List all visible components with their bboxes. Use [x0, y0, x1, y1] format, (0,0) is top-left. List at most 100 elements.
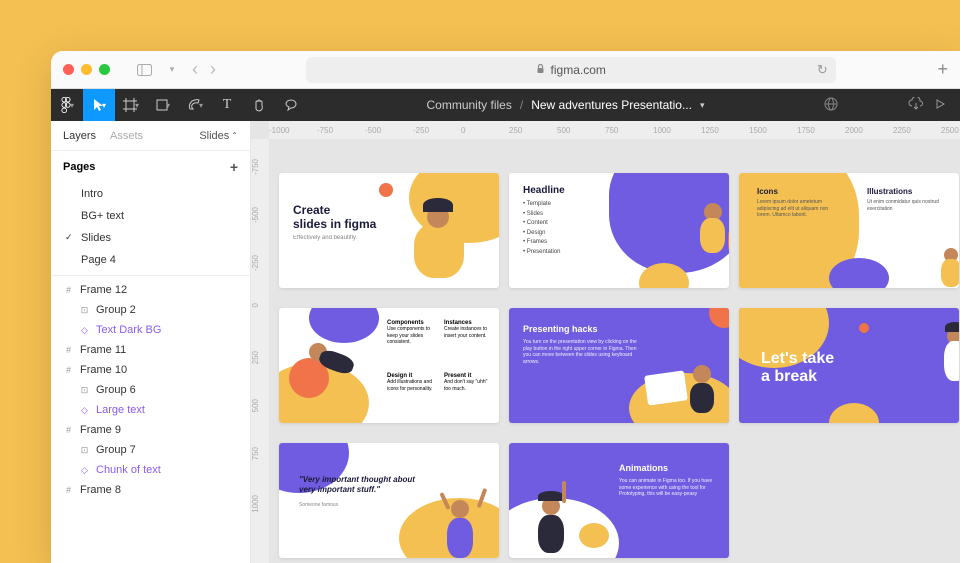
lock-icon: [536, 63, 545, 77]
toolbar-right: [824, 97, 960, 114]
group-icon: ⊡: [79, 385, 90, 396]
hand-tool[interactable]: [243, 89, 275, 121]
chevron-down-icon: ⌃: [231, 131, 238, 140]
close-window-button[interactable]: [63, 64, 74, 75]
tab-layers[interactable]: Layers: [63, 130, 96, 142]
breadcrumb-root[interactable]: Community files: [427, 98, 512, 112]
frame-5[interactable]: Frame 5 Create slides in figma Effective…: [279, 173, 499, 288]
component-icon: ◇: [79, 325, 90, 336]
layers-list: #Frame 12 ⊡Group 2 ◇Text Dark BG #Frame …: [51, 280, 250, 500]
breadcrumb-separator: /: [520, 98, 523, 112]
frame-icon: #: [63, 485, 74, 496]
frame-icon: #: [63, 365, 74, 376]
window-controls: [63, 64, 110, 75]
chevron-down-icon[interactable]: ▾: [700, 100, 705, 111]
frame-8[interactable]: Frame 8 Icons Lorem ipsum dolor ametetum…: [739, 173, 959, 288]
back-button[interactable]: ‹: [192, 59, 198, 80]
frame-10[interactable]: Frame 10 Let's take a break: [739, 308, 959, 423]
figma-toolbar: ▾ ▾ ▾ ▾ ▾ T: [51, 89, 960, 121]
slide-content: Presenting hacks You turn on the present…: [509, 308, 729, 423]
slide-content: Icons Lorem ipsum dolor ametetum adipisc…: [739, 173, 959, 288]
browser-window: ▾ ‹ › figma.com ↻ + ▾ ▾ ▾: [51, 51, 960, 563]
rectangle-tool[interactable]: ▾: [147, 89, 179, 121]
layer-group-6[interactable]: ⊡Group 6: [51, 380, 250, 400]
page-item-bgtext[interactable]: BG+ text: [51, 205, 250, 227]
pages-list: Intro BG+ text Slides Page 4: [51, 183, 250, 271]
divider: [51, 275, 250, 276]
frame-7[interactable]: Frame 7 Components Use components to kee…: [279, 308, 499, 423]
layer-frame-12[interactable]: #Frame 12: [51, 280, 250, 300]
cloud-download-icon[interactable]: [908, 97, 924, 114]
figma-menu-button[interactable]: ▾: [51, 89, 83, 121]
layer-group-7[interactable]: ⊡Group 7: [51, 440, 250, 460]
slide-content: Let's take a break: [739, 308, 959, 423]
pen-tool[interactable]: ▾: [179, 89, 211, 121]
layer-frame-8[interactable]: #Frame 8: [51, 480, 250, 500]
document-name[interactable]: New adventures Presentatio...: [531, 98, 692, 112]
ruler-horizontal: -1000 -750 -500 -250 0 250 500 750 1000 …: [269, 121, 960, 139]
canvas-content: Frame 5 Create slides in figma Effective…: [273, 143, 960, 563]
figma-body: Layers Assets Slides⌃ Pages + Intro BG+ …: [51, 121, 960, 563]
frame-tool[interactable]: ▾: [115, 89, 147, 121]
text-tool[interactable]: T: [211, 89, 243, 121]
layers-sidebar: Layers Assets Slides⌃ Pages + Intro BG+ …: [51, 121, 251, 563]
slide-content: Components Use components to keep your s…: [279, 308, 499, 423]
sidebar-tabs: Layers Assets Slides⌃: [51, 121, 250, 151]
chevron-down-icon: ▾: [199, 101, 203, 110]
chevron-down-icon: ▾: [135, 101, 139, 110]
layer-chunk-of-text[interactable]: ◇Chunk of text: [51, 460, 250, 480]
forward-button[interactable]: ›: [210, 59, 216, 80]
slide-content: Headline Template Slides Content Design …: [509, 173, 729, 288]
page-item-slides[interactable]: Slides: [51, 227, 250, 249]
new-tab-button[interactable]: +: [937, 59, 948, 80]
component-icon: ◇: [79, 465, 90, 476]
slide-content: Create slides in figma Effectively and b…: [279, 173, 499, 288]
refresh-icon[interactable]: ↻: [817, 62, 828, 78]
chevron-down-icon[interactable]: ▾: [164, 62, 180, 78]
page-item-intro[interactable]: Intro: [51, 183, 250, 205]
layer-large-text[interactable]: ◇Large text: [51, 400, 250, 420]
toolbar-center: Community files / New adventures Present…: [307, 98, 824, 112]
layer-group-2[interactable]: ⊡Group 2: [51, 300, 250, 320]
browser-nav: ▾ ‹ ›: [136, 59, 216, 80]
minimize-window-button[interactable]: [81, 64, 92, 75]
group-icon: ⊡: [79, 445, 90, 456]
group-icon: ⊡: [79, 305, 90, 316]
frame-9[interactable]: Frame 9 Presenting hacks You turn on the…: [509, 308, 729, 423]
layer-text-dark-bg[interactable]: ◇Text Dark BG: [51, 320, 250, 340]
pages-label: Pages: [63, 161, 95, 173]
comment-tool[interactable]: [275, 89, 307, 121]
canvas-area[interactable]: -1000 -750 -500 -250 0 250 500 750 1000 …: [251, 121, 960, 563]
layer-frame-10[interactable]: #Frame 10: [51, 360, 250, 380]
ruler-vertical: -750 -500 -250 0 250 500 750 1000: [251, 139, 269, 563]
url-host: figma.com: [551, 63, 606, 77]
person-illustration: [409, 198, 469, 278]
pages-header: Pages +: [51, 151, 250, 183]
frame-icon: #: [63, 285, 74, 296]
tab-slides[interactable]: Slides⌃: [199, 130, 238, 142]
frame-12[interactable]: Frame 12 Animations You can animate in F…: [509, 443, 729, 558]
globe-icon[interactable]: [824, 97, 838, 114]
frame-icon: #: [63, 345, 74, 356]
slide-content: Animations You can animate in Figma too.…: [509, 443, 729, 558]
chevron-down-icon: ▾: [166, 101, 170, 110]
slide-content: "Very important thought about very impor…: [279, 443, 499, 558]
tab-assets[interactable]: Assets: [110, 130, 143, 142]
page-item-page4[interactable]: Page 4: [51, 249, 250, 271]
browser-chrome: ▾ ‹ › figma.com ↻ +: [51, 51, 960, 89]
layer-frame-9[interactable]: #Frame 9: [51, 420, 250, 440]
add-page-button[interactable]: +: [230, 159, 238, 175]
url-bar[interactable]: figma.com ↻: [306, 57, 836, 83]
frame-6[interactable]: Frame 6 Headline Template Slides Content…: [509, 173, 729, 288]
sidebar-toggle-icon[interactable]: [136, 62, 152, 78]
chevron-down-icon: ▾: [102, 101, 106, 110]
tool-group: ▾ ▾ ▾ ▾ ▾ T: [51, 89, 307, 121]
frame-11[interactable]: Frame 11 "Very important thought about v…: [279, 443, 499, 558]
maximize-window-button[interactable]: [99, 64, 110, 75]
component-icon: ◇: [79, 405, 90, 416]
move-tool[interactable]: ▾: [83, 89, 115, 121]
chevron-down-icon: ▾: [70, 101, 74, 110]
frame-icon: #: [63, 425, 74, 436]
play-icon[interactable]: [934, 98, 946, 113]
layer-frame-11[interactable]: #Frame 11: [51, 340, 250, 360]
